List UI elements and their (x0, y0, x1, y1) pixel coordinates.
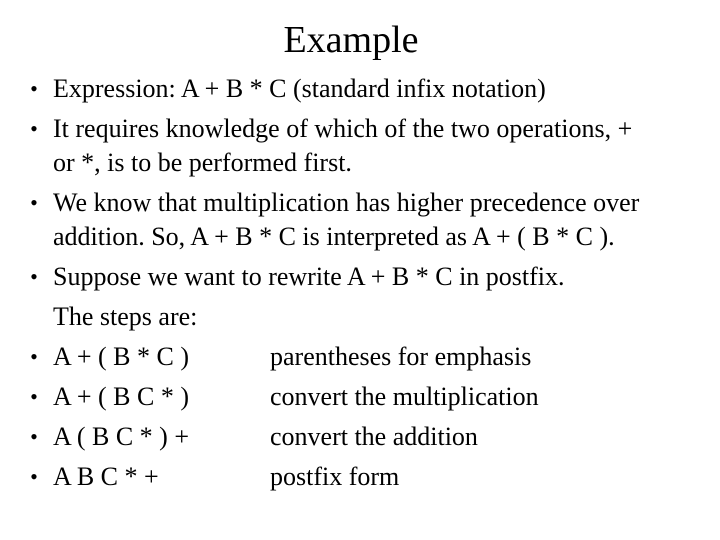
bullet-icon: • (30, 76, 38, 101)
slide-title-text: Example (283, 19, 419, 61)
bullet-icon: • (30, 344, 38, 369)
bullet-text: addition. So, A + B * C is interpreted a… (53, 222, 615, 251)
bullet-text: The steps are: (53, 302, 198, 331)
step-expression: A + ( B C * ) (53, 382, 190, 411)
bullet-text: It requires knowledge of which of the tw… (53, 114, 633, 143)
bullet-text: or *, is to be performed first. (53, 148, 352, 177)
step-description: convert the addition (270, 422, 478, 451)
step-expression: A B C * + (53, 462, 159, 491)
bullet-text: Expression: A + B * C (standard infix no… (53, 74, 546, 103)
bullet-icon: • (30, 384, 38, 409)
step-expression: A + ( B * C ) (53, 342, 190, 371)
bullet-icon: • (30, 116, 38, 141)
step-description: convert the multiplication (270, 382, 539, 411)
bullet-icon: • (30, 190, 38, 215)
step-expression: A ( B C * ) + (53, 422, 190, 451)
bullet-icon: • (30, 264, 38, 289)
bullet-text: Suppose we want to rewrite A + B * C in … (53, 262, 565, 291)
step-description: postfix form (270, 462, 400, 491)
bullet-text: We know that multiplication has higher p… (53, 188, 640, 217)
step-description: parentheses for emphasis (270, 342, 532, 371)
slide-title: Example (0, 18, 702, 62)
bullet-icon: • (30, 464, 38, 489)
bullet-icon: • (30, 424, 38, 449)
